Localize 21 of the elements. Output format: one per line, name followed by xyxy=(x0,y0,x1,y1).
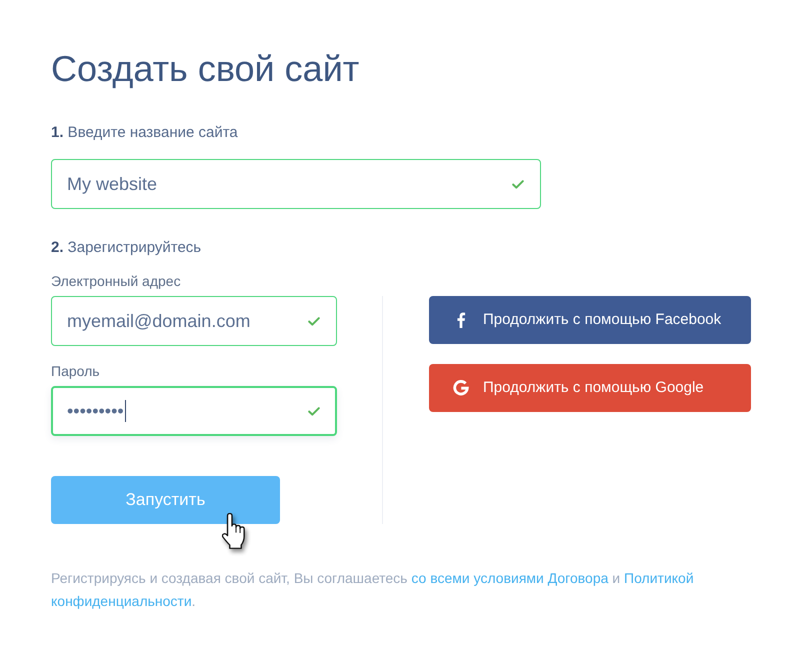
footer-link[interactable]: конфиденциальности xyxy=(51,593,192,609)
terms-text: Регистрируясь и создавая свой сайт, Вы соглашаетесь со всеми условиями Договора и Политикой конфиденциальности. xyxy=(51,569,695,611)
step-label: 2. Зарегистрируйтесь xyxy=(51,238,202,258)
google-login-button[interactable]: Продолжить с помощью Google xyxy=(429,364,751,412)
site-name-field[interactable]: My website xyxy=(51,159,541,209)
text-cursor-icon xyxy=(124,400,126,422)
field-label: Пароль xyxy=(51,362,100,381)
footer-link[interactable]: Политикой xyxy=(624,570,694,586)
check-icon xyxy=(308,316,320,326)
password-field[interactable]: ••••••••• xyxy=(51,386,337,436)
step-label: 1. Введите название сайта xyxy=(51,123,238,143)
facebook-login-button[interactable]: Продолжить с помощью Facebook xyxy=(429,296,751,344)
field-label: Электронный адрес xyxy=(51,272,181,291)
footer-link[interactable]: со всеми условиями Договора xyxy=(411,570,608,586)
check-icon xyxy=(512,180,524,188)
email-field[interactable]: myemail@domain.com xyxy=(51,296,337,346)
launch-button[interactable]: Запустить xyxy=(51,476,280,524)
hand-cursor-icon xyxy=(222,513,246,550)
google-icon xyxy=(453,380,469,396)
page-title: Создать свой сайт xyxy=(51,47,360,90)
check-icon xyxy=(308,406,320,416)
